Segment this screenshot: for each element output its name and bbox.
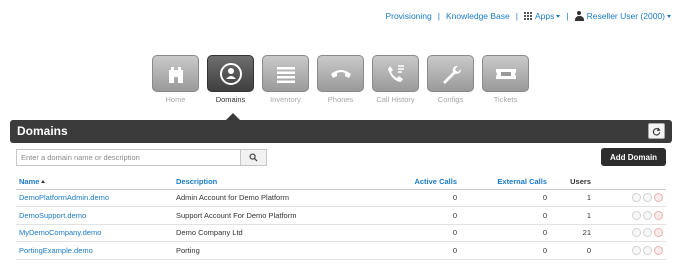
external-calls-value: 0 [460, 241, 550, 260]
home-icon [168, 66, 183, 83]
tile-label: Inventory [270, 95, 301, 104]
domain-link[interactable]: PortingExample.demo [19, 246, 93, 255]
inventory-icon [276, 66, 295, 83]
external-calls-value: 0 [460, 189, 550, 207]
view-icon[interactable] [632, 210, 641, 220]
refresh-button[interactable] [648, 123, 665, 139]
tile-label: Home [165, 95, 186, 104]
domain-link[interactable]: MyDemoCompany.demo [19, 228, 101, 237]
section-header: Domains [10, 120, 672, 143]
tile-inventory[interactable]: Inventory [262, 55, 309, 104]
table-row: MyDemoCompany.demo Demo Company Ltd 0 0 … [16, 224, 666, 242]
row-actions [597, 193, 663, 203]
row-actions [597, 228, 663, 238]
delete-icon[interactable] [654, 245, 663, 255]
refresh-icon [652, 127, 661, 136]
external-calls-value: 0 [460, 224, 550, 242]
table-header-row: Name Description Active Calls External C… [16, 174, 666, 190]
column-active-calls-header[interactable]: Active Calls [363, 174, 460, 190]
column-actions-header [594, 174, 666, 190]
column-users-header: Users [550, 174, 594, 190]
add-domain-button[interactable]: Add Domain [601, 148, 666, 166]
tile-configs[interactable]: Configs [427, 55, 474, 104]
domains-table: Name Description Active Calls External C… [16, 174, 666, 260]
row-actions [597, 210, 663, 220]
ticket-icon [495, 68, 516, 79]
domain-link[interactable]: DemoPlatformAdmin.demo [19, 193, 109, 202]
wrench-icon [442, 65, 461, 84]
domains-icon [219, 62, 242, 85]
view-icon[interactable] [632, 228, 641, 238]
domain-search [16, 149, 267, 166]
edit-icon[interactable] [643, 245, 652, 255]
delete-icon[interactable] [654, 193, 663, 203]
search-input[interactable] [16, 149, 241, 166]
column-external-calls-header[interactable]: External Calls [460, 174, 550, 190]
search-icon [249, 153, 258, 162]
search-button[interactable] [241, 149, 267, 166]
column-name-header[interactable]: Name [16, 174, 173, 190]
view-icon[interactable] [632, 193, 641, 203]
tile-call-history[interactable]: Call History [372, 55, 419, 104]
table-row: PortingExample.demo Porting 0 0 0 [16, 241, 666, 260]
apps-menu[interactable]: Apps [523, 11, 561, 21]
chevron-down-icon [556, 14, 561, 18]
tile-phones[interactable]: Phones [317, 55, 364, 104]
knowledge-base-link[interactable]: Knowledge Base [446, 11, 510, 21]
edit-icon[interactable] [643, 193, 652, 203]
tile-home[interactable]: Home [152, 55, 199, 104]
chevron-down-icon [667, 14, 671, 18]
tile-label: Call History [376, 95, 415, 104]
provisioning-link[interactable]: Provisioning [385, 11, 431, 21]
tile-label: Configs [437, 95, 464, 104]
users-value: 0 [550, 241, 594, 260]
view-icon[interactable] [632, 245, 641, 255]
user-icon [574, 11, 584, 21]
delete-icon[interactable] [654, 228, 663, 238]
users-value: 1 [550, 189, 594, 207]
domain-description: Demo Company Ltd [173, 224, 363, 242]
tile-label: Tickets [493, 95, 518, 104]
active-calls-value: 0 [363, 241, 460, 260]
table-row: DemoSupport.demo Support Account For Dem… [16, 206, 666, 225]
domain-description: Porting [173, 241, 363, 260]
domain-description: Support Account For Demo Platform [173, 206, 363, 225]
phone-icon [330, 69, 351, 78]
domain-link[interactable]: DemoSupport.demo [19, 211, 86, 220]
column-description-header[interactable]: Description [173, 174, 363, 190]
active-calls-value: 0 [363, 189, 460, 207]
users-value: 21 [550, 224, 594, 242]
user-menu[interactable]: Reseller User (2000) [574, 11, 671, 21]
tile-tickets[interactable]: Tickets [482, 55, 529, 104]
edit-icon[interactable] [643, 210, 652, 220]
domain-description: Admin Account for Demo Platform [173, 189, 363, 207]
nav-separator: | [515, 11, 518, 21]
nav-separator: | [437, 11, 440, 21]
nav-separator: | [566, 11, 569, 21]
edit-icon[interactable] [643, 228, 652, 238]
external-calls-value: 0 [460, 206, 550, 225]
top-nav: Provisioning | Knowledge Base | Apps | R… [385, 11, 671, 21]
main-nav-tiles: Home Domains Inventory Phones Call Histo… [152, 55, 537, 104]
delete-icon[interactable] [654, 210, 663, 220]
user-label: Reseller User (2000) [586, 11, 665, 21]
apps-grid-icon [523, 12, 532, 20]
page-title: Domains [17, 124, 68, 138]
call-history-icon [387, 64, 404, 82]
tile-domains[interactable]: Domains [207, 55, 254, 104]
tile-label: Phones [327, 95, 354, 104]
sort-asc-icon [41, 180, 46, 184]
table-row: DemoPlatformAdmin.demo Admin Account for… [16, 189, 666, 207]
apps-label: Apps [534, 11, 555, 21]
users-value: 1 [550, 206, 594, 225]
row-actions [597, 245, 663, 255]
active-calls-value: 0 [363, 206, 460, 225]
tile-label: Domains [215, 95, 246, 104]
active-calls-value: 0 [363, 224, 460, 242]
